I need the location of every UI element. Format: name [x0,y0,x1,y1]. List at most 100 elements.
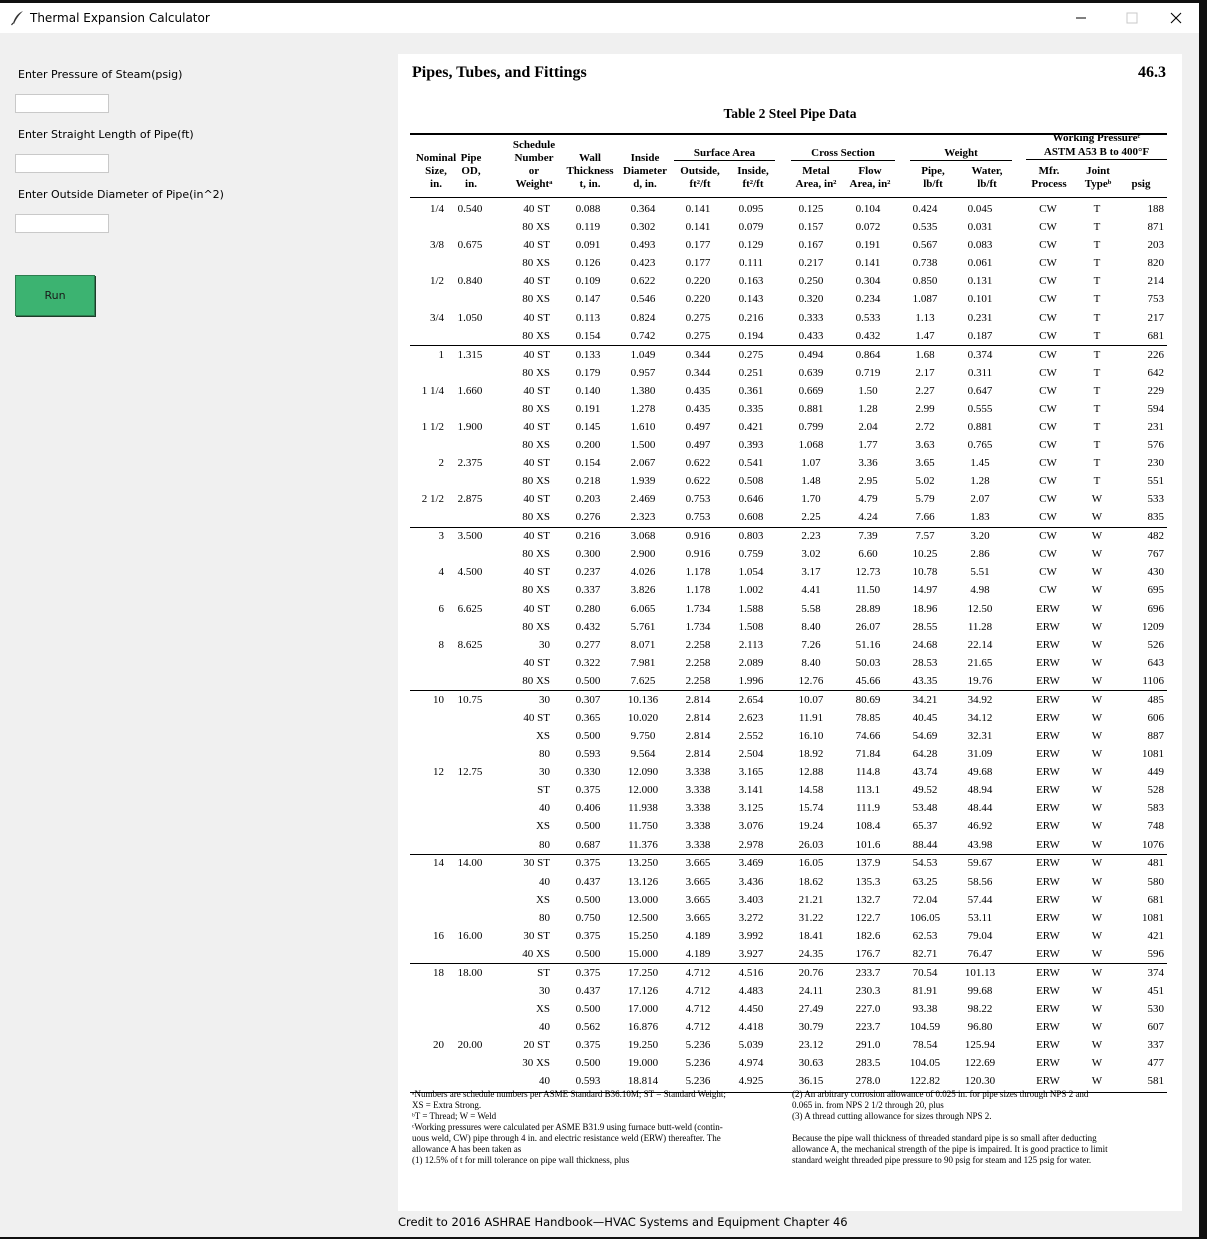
table-cell: 12.090 [627,766,659,779]
table-cell: 0.375 [575,1039,601,1052]
table-cell: 57.44 [967,893,993,906]
chapter-title: Pipes, Tubes, and Fittings [412,64,587,81]
table-cell: 753 [1147,293,1165,306]
table-cell: W [1091,911,1103,924]
table-cell: 871 [1147,221,1165,234]
table-cell: 2.07 [970,493,990,506]
table-cell: 20 ST [523,1039,550,1052]
table-cell: 596 [1147,947,1165,960]
table-cell: 80 XS [522,257,550,270]
table-cell: 0.216 [738,311,764,324]
table-cell: 0.141 [855,257,881,270]
footnote-line: XS = Extra Strong. [412,1100,482,1110]
table-cell: T [1093,275,1101,288]
close-icon[interactable] [1153,3,1199,33]
table-cell: 19.76 [967,674,993,687]
table-cell: 0.275 [738,348,764,361]
table-cell: 0.508 [738,475,764,488]
table-cell: 0.095 [738,203,764,215]
table-cell: 0.639 [798,366,824,379]
table-cell: 4.418 [738,1021,764,1034]
table-cell: 2.814 [685,711,711,724]
table-cell: 80 [539,911,550,924]
header-cross-section: Cross Section [791,147,895,161]
diameter-input[interactable] [15,214,109,233]
table-cell: 70.54 [912,966,938,979]
table-cell: 18.92 [798,748,824,761]
table-cell: 40 [539,802,550,815]
table-cell: 12.76 [798,674,824,687]
table-cell: 62.53 [912,929,938,942]
table-cell: 2.504 [738,748,764,761]
table-cell: 0.669 [798,384,824,397]
maximize-icon[interactable] [1109,3,1155,33]
table-cell: 4.925 [738,1075,764,1088]
table-cell: 26.03 [798,838,824,851]
table-cell: W [1091,820,1103,833]
table-cell: 24.11 [798,984,824,997]
table-cell: 533 [1147,493,1165,506]
table-cell: 3.17 [801,566,821,579]
table-cell: 40 ST [523,239,550,252]
table-cell: 30.63 [798,1057,824,1070]
table-cell: 7.39 [858,530,878,543]
table-cell: 203 [1147,239,1165,252]
table-cell: 13.250 [627,857,659,870]
reference-table-image: Pipes, Tubes, and Fittings 46.3 Table 2 … [398,54,1182,1211]
footnote-line: standard weight threaded pipe pressure t… [792,1155,1092,1165]
footnotes-right: (2) An arbitrary corrosion allowance of … [792,1089,1168,1166]
table-cell: 0.231 [967,311,993,324]
table-cell: 1.28 [858,402,878,415]
table-cell: 79.04 [967,929,993,942]
table-cell: 80 XS [522,548,550,561]
table-cell: 0.277 [575,638,601,651]
table-cell: 40.45 [912,711,938,724]
table-cell: 0.423 [630,257,656,270]
table-cell: 3.469 [738,857,764,870]
table-cell: 40 ST [523,348,550,361]
table-cell: 22.14 [967,638,993,651]
table-cell: 7.981 [630,656,656,669]
table-rule [410,963,1167,965]
table-cell: 0.333 [798,311,824,324]
run-button[interactable]: Run [15,275,95,316]
table-cell: 681 [1147,329,1165,342]
minimize-icon[interactable] [1058,3,1104,33]
table-cell: T [1093,203,1101,215]
table-cell: 0.275 [685,329,711,342]
table-cell: 229 [1147,384,1165,397]
table-cell: 4.24 [858,511,878,524]
table-cell: 0.125 [798,203,824,215]
table-cell: XS [535,730,550,742]
table-cell: 0.140 [575,384,601,397]
table-cell: 1.068 [798,438,824,451]
table-cell: 2.72 [915,420,935,433]
table-cell: 1.054 [738,566,764,579]
table-cell: 24.68 [912,638,938,651]
table-cell: 43.98 [967,838,993,851]
table-cell: 0.540 [457,203,483,215]
table-cell: 2.04 [858,420,878,433]
table-cell: 36.15 [798,1075,824,1088]
table-cell: 40 [539,1075,550,1088]
table-cell: 0.375 [575,929,601,942]
footnote-line: (3) A thread cutting allowance for sizes… [792,1111,992,1121]
table-cell: 26.07 [855,620,881,633]
table-cell: 0.079 [738,221,764,234]
table-cell: 30 [539,693,550,706]
length-input[interactable] [15,154,109,173]
table-cell: 5.79 [915,493,935,506]
table-cell: W [1091,711,1103,724]
pressure-input[interactable] [15,94,109,113]
table-cell: T [1093,221,1101,234]
table-cell: 0.500 [575,893,601,906]
table-cell: 291.0 [855,1039,881,1052]
table-cell: 0.304 [855,275,881,288]
table-cell: 8.071 [630,638,656,651]
table-cell: 48.94 [967,784,993,797]
table-cell: 1.087 [912,293,938,306]
table-cell: 0.881 [798,402,824,415]
table-cell: 4.189 [685,947,711,960]
table-cell: 0.881 [967,420,993,433]
table-cell: 1.178 [685,584,711,597]
